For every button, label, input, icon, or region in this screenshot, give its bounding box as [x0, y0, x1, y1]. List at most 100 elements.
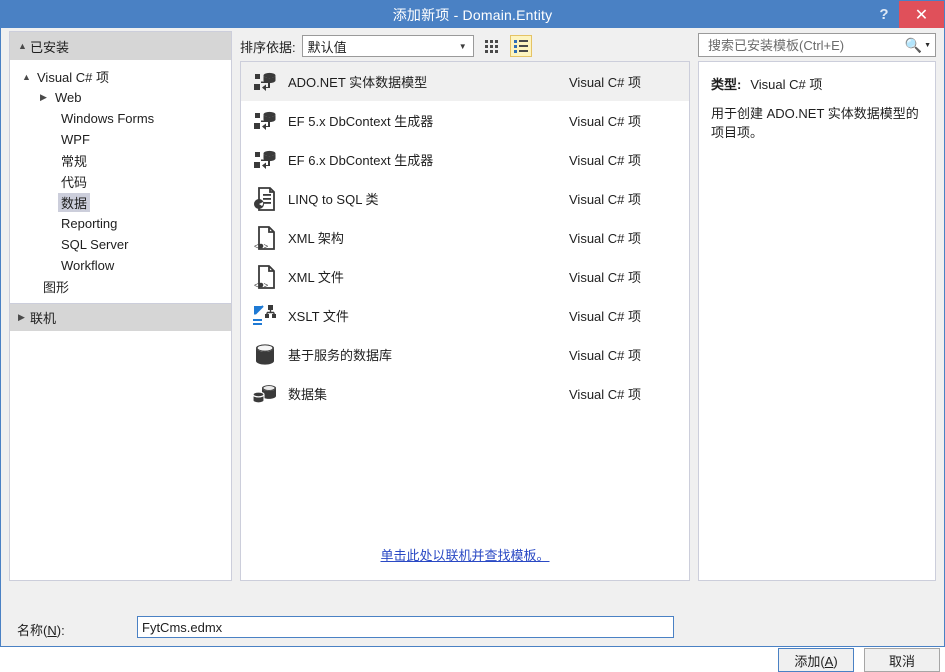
- cancel-button[interactable]: 取消: [864, 648, 940, 672]
- list-item[interactable]: < > XML 文件 Visual C# 项: [241, 257, 689, 296]
- help-icon[interactable]: ?: [869, 1, 899, 28]
- sort-label: 排序依据:: [240, 39, 296, 55]
- name-label-accel: N: [47, 623, 57, 638]
- list-item[interactable]: < > XML 架构 Visual C# 项: [241, 218, 689, 257]
- tree-item-label: Workflow: [61, 258, 115, 273]
- detail-description: 用于创建 ADO.NET 实体数据模型的项目项。: [711, 106, 919, 140]
- xml-file-icon: < >: [247, 261, 283, 293]
- tree-item-graphics[interactable]: 图形: [10, 276, 231, 297]
- list-item-kind: Visual C# 项: [569, 270, 642, 285]
- list-item[interactable]: LINQ to SQL 类 Visual C# 项: [241, 179, 689, 218]
- tree-item-workflow[interactable]: Workflow: [10, 255, 231, 276]
- add-new-item-dialog: 添加新项 - Domain.Entity ? ✕ ▲ 已安装 ▲ Visual …: [0, 0, 945, 672]
- chevron-down-icon: ▼: [458, 41, 467, 51]
- list-item-kind: Visual C# 项: [569, 75, 642, 90]
- list-item-name: LINQ to SQL 类: [288, 192, 379, 207]
- installed-group-label: 已安装: [30, 39, 70, 55]
- detail-type-value: Visual C# 项: [750, 77, 823, 92]
- list-item-kind: Visual C# 项: [569, 387, 642, 402]
- list-item-name: XSLT 文件: [288, 309, 349, 324]
- categories-panel: ▲ 已安装 ▲ Visual C# 项 ▶ Web Windows Forms …: [9, 31, 232, 581]
- name-label-prefix: 名称(: [17, 623, 48, 638]
- search-icon[interactable]: 🔍 ▼: [905, 37, 931, 54]
- chevron-right-icon: ▶: [40, 92, 47, 102]
- dataset-icon: [247, 378, 283, 410]
- xslt-file-icon: [247, 300, 283, 332]
- svg-text:>: >: [264, 281, 269, 290]
- chevron-down-icon: ▲: [22, 71, 31, 82]
- entity-data-model-icon: [247, 66, 283, 98]
- dialog-body: ▲ 已安装 ▲ Visual C# 项 ▶ Web Windows Forms …: [1, 28, 944, 672]
- entity-data-model-icon: [247, 144, 283, 176]
- online-templates-link[interactable]: 单击此处以联机并查找模板。: [380, 548, 549, 563]
- list-item-kind: Visual C# 项: [569, 192, 642, 207]
- tree-item-label: 数据: [58, 193, 91, 212]
- close-icon[interactable]: ✕: [899, 1, 944, 28]
- list-item[interactable]: EF 5.x DbContext 生成器 Visual C# 项: [241, 101, 689, 140]
- tree-item-label: 代码: [61, 175, 88, 190]
- installed-group-header[interactable]: ▲ 已安装: [10, 32, 231, 60]
- tree-item-data[interactable]: 数据: [10, 192, 231, 213]
- name-label: 名称(N):: [17, 620, 65, 639]
- tree-item-windows-forms[interactable]: Windows Forms: [10, 108, 231, 129]
- list-item[interactable]: ADO.NET 实体数据模型 Visual C# 项: [241, 62, 689, 101]
- chevron-right-icon: ▶: [18, 312, 25, 322]
- search-input[interactable]: [706, 36, 905, 54]
- template-list[interactable]: ADO.NET 实体数据模型 Visual C# 项 EF 5.x DbCont…: [240, 61, 690, 581]
- list-item[interactable]: XSLT 文件 Visual C# 项: [241, 296, 689, 335]
- list-item-kind: Visual C# 项: [569, 153, 642, 168]
- tree-item-label: Web: [55, 90, 82, 105]
- svg-text:>: >: [264, 242, 269, 251]
- detail-type-label: 类型:: [711, 77, 742, 92]
- tree-item-label: Windows Forms: [61, 111, 155, 126]
- online-group-header[interactable]: ▶ 联机: [10, 303, 231, 331]
- xml-file-icon: < >: [247, 222, 283, 254]
- svg-text:<: <: [254, 242, 259, 251]
- list-item-name: 基于服务的数据库: [288, 348, 393, 363]
- tree-item-wpf[interactable]: WPF: [10, 129, 231, 150]
- name-input[interactable]: [137, 616, 674, 638]
- add-button[interactable]: 添加(A): [778, 648, 854, 672]
- list-item-name: ADO.NET 实体数据模型: [288, 75, 428, 90]
- title-bar: 添加新项 - Domain.Entity ? ✕: [1, 1, 944, 28]
- entity-data-model-icon: [247, 105, 283, 137]
- tree-item-visual-csharp[interactable]: ▲ Visual C# 项: [10, 66, 231, 87]
- add-button-prefix: 添加(: [794, 653, 825, 669]
- tree-item-label: SQL Server: [61, 237, 129, 252]
- list-item[interactable]: 基于服务的数据库 Visual C# 项: [241, 335, 689, 374]
- detail-type-row: 类型: Visual C# 项: [711, 74, 923, 93]
- search-box[interactable]: 🔍▼: [698, 33, 936, 57]
- list-view-icon[interactable]: [509, 35, 532, 57]
- grid-view-glyph: [485, 39, 499, 53]
- online-group-label: 联机: [30, 311, 57, 326]
- list-item-kind: Visual C# 项: [569, 309, 642, 324]
- list-item-name: XML 架构: [288, 231, 344, 246]
- svg-text:<: <: [254, 281, 259, 290]
- list-item-name: EF 6.x DbContext 生成器: [288, 153, 434, 168]
- list-item[interactable]: EF 6.x DbContext 生成器 Visual C# 项: [241, 140, 689, 179]
- window-controls: ? ✕: [869, 1, 944, 28]
- details-panel: 类型: Visual C# 项 用于创建 ADO.NET 实体数据模型的项目项。: [698, 61, 936, 581]
- tree-item-label: 图形: [43, 280, 70, 295]
- list-item-kind: Visual C# 项: [569, 348, 642, 363]
- dialog-title: 添加新项 - Domain.Entity: [392, 6, 553, 23]
- grid-view-icon[interactable]: [481, 35, 503, 57]
- list-item-name: EF 5.x DbContext 生成器: [288, 114, 434, 129]
- tree-item-general[interactable]: 常规: [10, 150, 231, 171]
- sort-by-value: 默认值: [307, 39, 347, 55]
- tree-item-label: Reporting: [61, 216, 118, 231]
- name-label-suffix: ):: [56, 623, 65, 638]
- tree-item-code[interactable]: 代码: [10, 171, 231, 192]
- tree-item-label: 常规: [61, 154, 88, 169]
- tree-item-web[interactable]: ▶ Web: [10, 87, 231, 108]
- list-item-kind: Visual C# 项: [569, 114, 642, 129]
- category-tree: ▲ Visual C# 项 ▶ Web Windows Forms WPF 常规: [10, 60, 231, 303]
- tree-item-label: Visual C# 项: [37, 70, 110, 85]
- database-icon: [247, 339, 283, 371]
- chevron-down-icon: ▲: [18, 41, 27, 51]
- tree-item-reporting[interactable]: Reporting: [10, 213, 231, 234]
- list-item-name: XML 文件: [288, 270, 344, 285]
- sort-by-dropdown[interactable]: 默认值 ▼: [301, 35, 474, 57]
- tree-item-sql-server[interactable]: SQL Server: [10, 234, 231, 255]
- list-item[interactable]: 数据集 Visual C# 项: [241, 374, 689, 413]
